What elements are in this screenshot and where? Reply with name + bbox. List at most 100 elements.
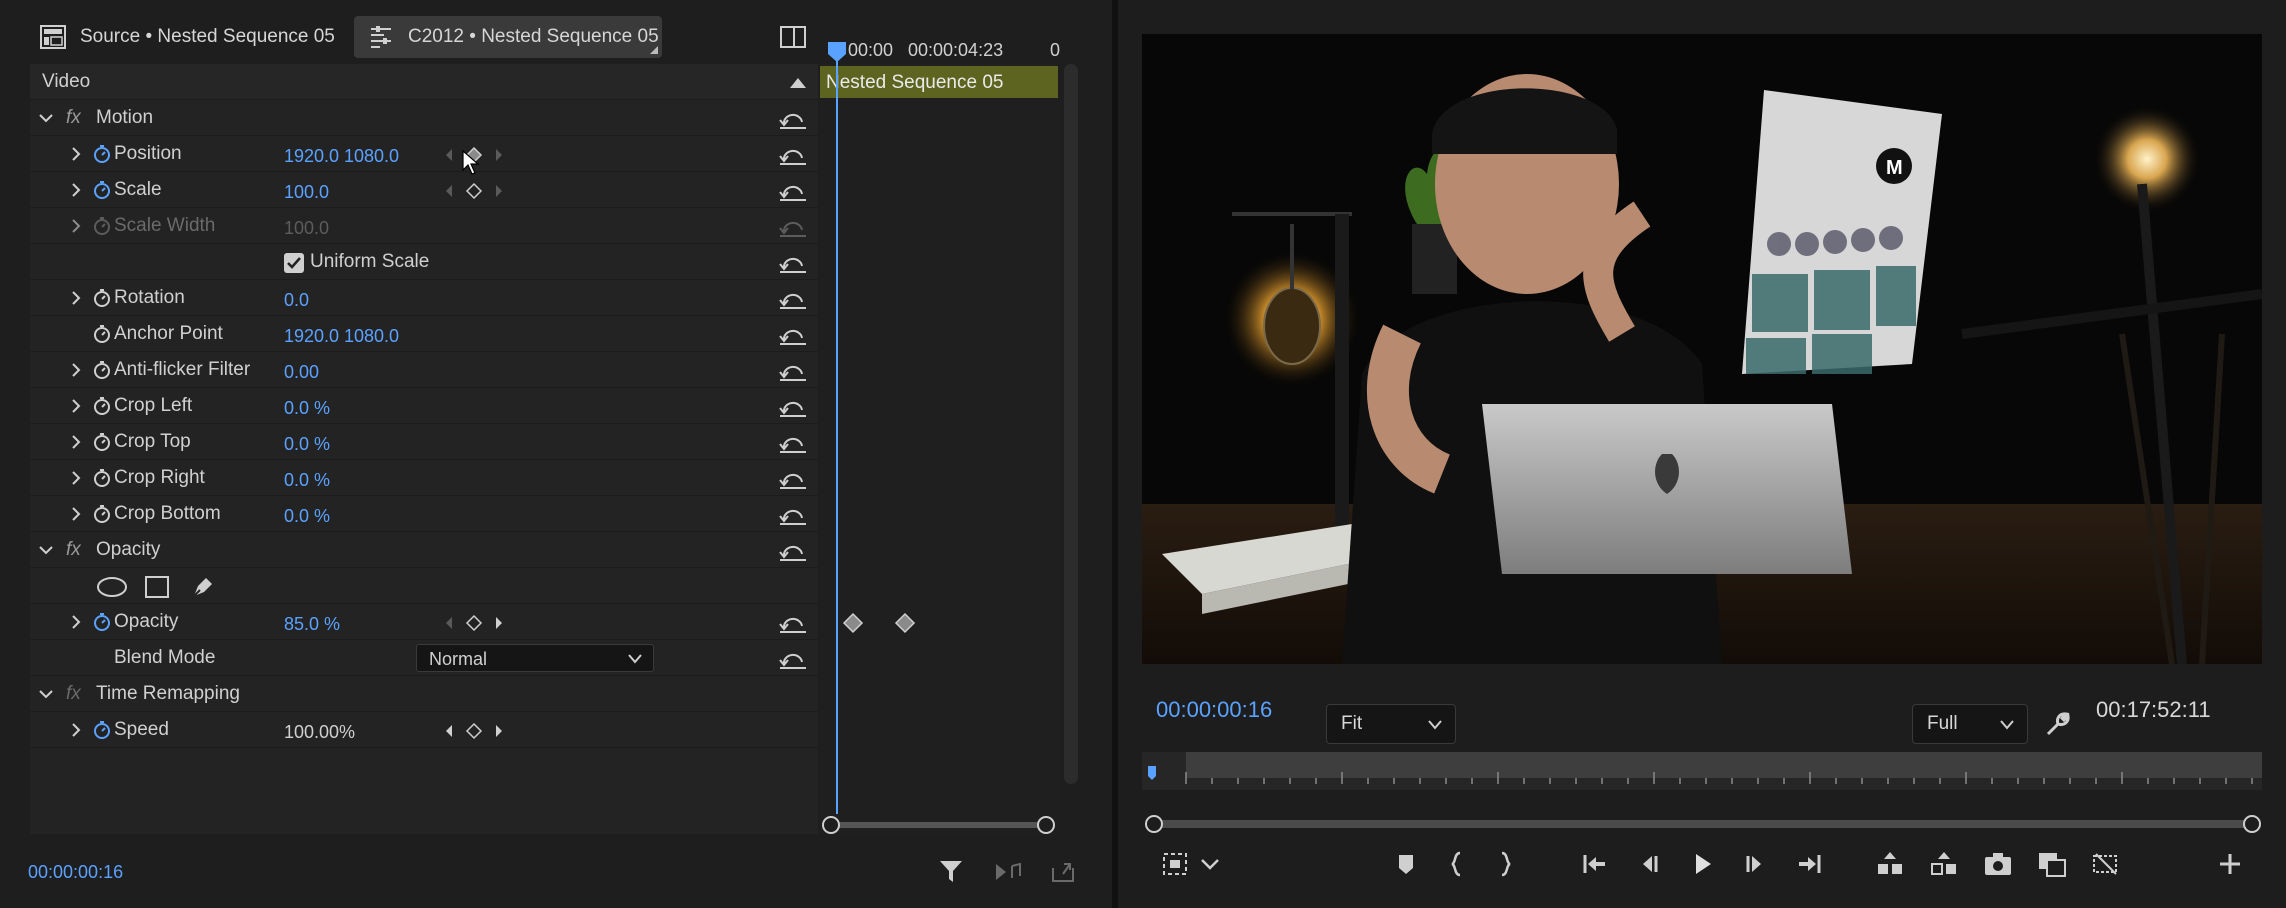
reset-icon[interactable]	[778, 540, 808, 562]
reset-icon[interactable]	[778, 144, 808, 166]
opacity-row[interactable]: Opacity 85.0 %	[30, 604, 818, 640]
mark-out-icon[interactable]	[1490, 848, 1522, 880]
pen-mask-icon[interactable]	[190, 574, 216, 600]
chevron-right-icon[interactable]	[68, 398, 84, 414]
scale-width-row[interactable]: Scale Width 100.0	[30, 208, 818, 244]
vertical-scrollbar[interactable]	[1064, 64, 1078, 784]
current-time[interactable]: 00:00:00:16	[28, 862, 123, 883]
chevron-right-icon[interactable]	[68, 470, 84, 486]
play-audio-icon[interactable]	[994, 860, 1022, 884]
crop-bottom-value[interactable]: 0.0 %	[284, 506, 330, 527]
keyframe-diamond[interactable]	[842, 612, 864, 634]
crop-left-value[interactable]: 0.0 %	[284, 398, 330, 419]
stopwatch-icon[interactable]	[92, 432, 112, 452]
reset-icon[interactable]	[778, 180, 808, 202]
chevron-down-icon[interactable]	[38, 110, 54, 126]
reset-icon[interactable]	[778, 396, 808, 418]
scale-value[interactable]: 100.0	[284, 182, 329, 203]
scale-row[interactable]: Scale 100.0	[30, 172, 818, 208]
keyframe-timeline[interactable]	[820, 64, 1058, 834]
reset-icon[interactable]	[778, 648, 808, 670]
reset-icon[interactable]	[778, 252, 808, 274]
mark-in-icon[interactable]	[1440, 848, 1472, 880]
uniform-scale-checkbox[interactable]	[284, 253, 304, 273]
export-icon[interactable]	[1050, 858, 1076, 884]
chevron-right-icon[interactable]	[68, 146, 84, 162]
play-icon[interactable]	[1686, 848, 1718, 880]
speed-row[interactable]: Speed 100.00%	[30, 712, 818, 748]
crop-left-row[interactable]: Crop Left 0.0 %	[30, 388, 818, 424]
filter-icon[interactable]	[938, 858, 964, 884]
blend-mode-row[interactable]: Blend Mode Normal	[30, 640, 818, 676]
opacity-effect-row[interactable]: fx Opacity	[30, 532, 818, 568]
chevron-right-icon[interactable]	[68, 290, 84, 306]
crop-top-value[interactable]: 0.0 %	[284, 434, 330, 455]
program-time-ruler[interactable]	[1142, 752, 2262, 790]
ellipse-mask-icon[interactable]	[96, 576, 128, 598]
video-frame[interactable]: M	[1142, 34, 2262, 664]
go-to-out-icon[interactable]	[1794, 848, 1826, 880]
chevron-right-icon[interactable]	[68, 506, 84, 522]
chevron-down-icon[interactable]	[38, 686, 54, 702]
safe-margins-icon[interactable]	[1160, 848, 1192, 880]
reset-icon[interactable]	[778, 468, 808, 490]
time-remapping-row[interactable]: fx Time Remapping	[30, 676, 818, 712]
collapse-up-icon[interactable]	[790, 78, 806, 88]
time-ruler[interactable]: 00:00 00:00:04:23 0	[820, 36, 1060, 60]
playhead-time[interactable]: 00:00:00:16	[1156, 697, 1272, 723]
add-button-icon[interactable]	[2214, 848, 2246, 880]
toggle-timeline-icon[interactable]	[780, 26, 806, 48]
reset-icon[interactable]	[778, 504, 808, 526]
crop-right-value[interactable]: 0.0 %	[284, 470, 330, 491]
rotation-row[interactable]: Rotation 0.0	[30, 280, 818, 316]
crop-top-row[interactable]: Crop Top 0.0 %	[30, 424, 818, 460]
stopwatch-icon[interactable]	[92, 504, 112, 524]
position-y-value[interactable]: 1080.0	[344, 146, 399, 167]
rotation-value[interactable]: 0.0	[284, 290, 309, 311]
go-to-in-icon[interactable]	[1578, 848, 1610, 880]
chevron-right-icon[interactable]	[68, 722, 84, 738]
stopwatch-active-icon[interactable]	[92, 144, 112, 164]
monitor-zoom-handle-right[interactable]	[2240, 812, 2264, 836]
motion-effect-row[interactable]: fx Motion	[30, 100, 818, 136]
chevron-right-icon[interactable]	[68, 182, 84, 198]
clip-bar[interactable]: Nested Sequence 05	[820, 66, 1058, 98]
anti-flicker-value[interactable]: 0.00	[284, 362, 319, 383]
blend-mode-dropdown[interactable]: Normal	[416, 644, 654, 672]
reset-icon[interactable]	[778, 612, 808, 634]
zoom-dropdown[interactable]: Fit	[1326, 704, 1456, 744]
resolution-dropdown[interactable]: Full	[1912, 704, 2028, 744]
position-row[interactable]: Position 1920.0 1080.0	[30, 136, 818, 175]
reset-icon[interactable]	[778, 288, 808, 310]
stopwatch-active-icon[interactable]	[92, 612, 112, 632]
opacity-value[interactable]: 85.0 %	[284, 614, 340, 635]
anchor-point-row[interactable]: Anchor Point 1920.0 1080.0	[30, 316, 818, 352]
stopwatch-icon[interactable]	[92, 324, 112, 344]
stopwatch-icon[interactable]	[92, 288, 112, 308]
monitor-zoom-bar[interactable]	[1154, 820, 2252, 828]
chevron-down-icon[interactable]	[38, 542, 54, 558]
anti-flicker-row[interactable]: Anti-flicker Filter 0.00	[30, 352, 818, 388]
keyframe-nav-icon[interactable]	[442, 181, 506, 201]
playhead-marker[interactable]	[826, 40, 848, 64]
playhead-line[interactable]	[836, 44, 838, 814]
reset-icon[interactable]	[778, 324, 808, 346]
reset-icon[interactable]	[778, 108, 808, 130]
zoom-handle-right[interactable]	[1035, 814, 1057, 836]
tab-effect-controls[interactable]: C2012 • Nested Sequence 05	[354, 16, 662, 58]
wrench-icon[interactable]	[2044, 710, 2072, 738]
tab-source[interactable]: Source • Nested Sequence 05	[40, 16, 340, 58]
chevron-right-icon[interactable]	[68, 614, 84, 630]
rectangle-mask-icon[interactable]	[144, 575, 170, 599]
step-back-icon[interactable]	[1632, 848, 1664, 880]
stopwatch-active-icon[interactable]	[92, 180, 112, 200]
stopwatch-icon[interactable]	[92, 468, 112, 488]
stopwatch-icon[interactable]	[92, 360, 112, 380]
extract-icon[interactable]	[1928, 848, 1960, 880]
add-marker-icon[interactable]	[1390, 848, 1422, 880]
uniform-scale-row[interactable]: Uniform Scale	[30, 244, 818, 280]
multi-camera-icon[interactable]	[2090, 848, 2122, 880]
export-frame-icon[interactable]	[1982, 848, 2014, 880]
monitor-zoom-handle-left[interactable]	[1142, 812, 1166, 836]
comparison-view-icon[interactable]	[2036, 848, 2068, 880]
